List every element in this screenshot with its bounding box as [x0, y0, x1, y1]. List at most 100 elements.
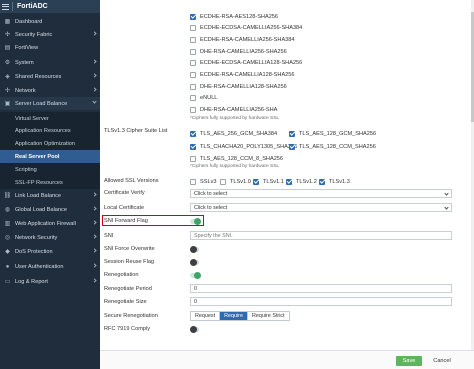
sidebar-item-label: Application Optimization — [15, 140, 76, 147]
footer-bar: Save Cancel — [100, 350, 474, 369]
sidebar-item[interactable]: Application Optimization — [0, 137, 100, 150]
rfc7919-toggle[interactable] — [190, 326, 199, 333]
checkbox[interactable] — [190, 83, 196, 90]
chevron-down-icon — [444, 191, 449, 196]
user-icon: ● — [5, 263, 10, 270]
sidebar-item[interactable]: ● User Authentication — [0, 260, 100, 273]
sidebar-item[interactable]: ▤ FortiView — [0, 41, 100, 54]
secure-renegotiation-option[interactable]: Require — [220, 312, 248, 320]
checkbox[interactable] — [289, 130, 295, 137]
checkbox[interactable] — [190, 13, 196, 20]
sidebar-item-label: Shared Resources — [15, 73, 62, 80]
cipher-option[interactable]: DHE-RSA-CAMELLIA256-SHA — [190, 106, 277, 115]
checkbox[interactable] — [220, 178, 226, 185]
chevron-icon — [92, 73, 97, 78]
cipher-option[interactable]: ECDHE-ECDSA-CAMELLIA256-SHA384 — [190, 24, 302, 33]
sidebar-item-label: Network Security — [15, 234, 58, 241]
cipher-label: ECDHE-RSA-CAMELLIA256-SHA384 — [200, 36, 295, 43]
cipher-option[interactable]: eNULL — [190, 94, 217, 103]
checkbox[interactable] — [190, 143, 196, 150]
tls13-option[interactable]: TLS_AES_128_CCM_SHA256 — [289, 142, 376, 151]
checkbox[interactable] — [190, 36, 196, 43]
cipher-option[interactable]: ECDHE-ECDSA-CAMELLIA128-SHA256 — [190, 59, 302, 68]
cipher-option[interactable]: ECDHE-RSA-AES128-SHA256 — [190, 12, 278, 21]
checkbox[interactable] — [190, 130, 196, 137]
secure-renegotiation-option[interactable]: Request — [191, 312, 221, 320]
sidebar-item[interactable]: ▭ Log & Report — [0, 275, 100, 288]
tls13-option[interactable]: TLS_CHACHA20_POLY1305_SHA256 — [190, 142, 297, 151]
tls13-option[interactable]: TLS_AES_128_CCM_8_SHA256 — [190, 154, 283, 163]
sidebar-item[interactable]: ▦ Dashboard — [0, 15, 100, 28]
checkbox[interactable] — [190, 48, 196, 55]
sni-force-overwrite-toggle[interactable] — [190, 246, 199, 253]
sidebar-item-label: SSL-FP Resources — [15, 179, 63, 186]
chevron-icon — [92, 31, 97, 36]
sidebar-item[interactable]: ◈ Shared Resources — [0, 70, 100, 83]
sidebar-item[interactable]: Scripting — [0, 163, 100, 176]
sidebar-item[interactable]: ✣ Security Fabric — [0, 28, 100, 41]
ssl-version-option[interactable]: TLSv1.2 — [286, 177, 317, 186]
ssl-version-label: TLSv1.1 — [263, 178, 284, 185]
ssl-version-option[interactable]: TLSv1.3 — [319, 177, 350, 186]
checkbox[interactable] — [190, 25, 196, 32]
tls13-option[interactable]: TLS_AES_128_GCM_SHA256 — [289, 129, 376, 138]
sidebar-item[interactable]: Real Server Pool — [0, 150, 100, 163]
ssl-version-option[interactable]: TLSv1.1 — [253, 177, 284, 186]
ssl-settings-form: ECDHE-RSA-AES128-SHA256 ECDHE-ECDSA-CAMEL… — [100, 0, 474, 350]
checkbox[interactable] — [190, 95, 196, 102]
sidebar-item-label: User Authentication — [15, 263, 64, 270]
cipher-option[interactable]: DHE-RSA-CAMELLIA128-SHA256 — [190, 82, 287, 91]
sni-forward-flag-toggle[interactable] — [190, 218, 201, 225]
checkbox[interactable] — [286, 178, 292, 185]
local-certificate-value: Click to select — [194, 204, 228, 211]
checkbox[interactable] — [253, 178, 259, 185]
renegotiate-period-input[interactable]: 0 — [190, 284, 452, 293]
renegotiation-toggle[interactable] — [190, 272, 201, 279]
checkbox[interactable] — [319, 178, 325, 185]
shield-icon: ◆ — [5, 249, 10, 255]
tls13-option-label: TLS_CHACHA20_POLY1305_SHA256 — [200, 143, 298, 150]
certificate-verify-value: Click to select — [194, 190, 228, 197]
tls13-option[interactable]: TLS_AES_256_GCM_SHA384 — [190, 129, 277, 138]
sidebar-item[interactable]: ⛓ Link Load Balance — [0, 189, 100, 202]
sni-label: SNI — [104, 233, 114, 239]
cipher-label: DHE-RSA-CAMELLIA128-SHA256 — [200, 83, 287, 90]
cipher-option[interactable]: ECDHE-RSA-CAMELLIA256-SHA384 — [190, 35, 295, 44]
sidebar-item[interactable]: ✢ Network — [0, 84, 100, 97]
checkbox[interactable] — [190, 178, 196, 185]
sidebar-item[interactable]: ⚙ System — [0, 56, 100, 69]
ssl-version-option[interactable]: TLSv1.0 — [220, 177, 251, 186]
menu-icon[interactable] — [2, 3, 9, 10]
sidebar-item[interactable]: ▣ Server Load Balance — [0, 97, 100, 110]
local-certificate-select[interactable]: Click to select — [190, 203, 452, 212]
security-fabric-icon: ✣ — [4, 32, 11, 38]
cipher-option[interactable]: ECDHE-RSA-CAMELLIA128-SHA256 — [190, 71, 295, 80]
sidebar-item[interactable]: Application Resources — [0, 124, 100, 137]
session-reuse-flag-toggle[interactable] — [190, 259, 199, 266]
checkbox[interactable] — [190, 155, 196, 162]
sidebar-item[interactable]: ◆ DoS Protection — [0, 245, 100, 258]
cancel-button[interactable]: Cancel — [428, 356, 456, 366]
secure-renegotiation-option[interactable]: Require Strict — [247, 312, 289, 320]
chevron-icon — [92, 87, 97, 92]
chevron-icon — [92, 192, 97, 197]
gear-icon: ⚙ — [4, 60, 11, 66]
save-button[interactable]: Save — [396, 356, 422, 366]
sidebar-item[interactable]: ▥ Web Application Firewall — [0, 217, 100, 230]
checkbox[interactable] — [190, 60, 196, 67]
certificate-verify-select[interactable]: Click to select — [190, 189, 452, 198]
checkbox[interactable] — [190, 72, 196, 78]
sidebar-item[interactable]: SSL-FP Resources — [0, 176, 100, 189]
cipher-label: eNULL — [200, 95, 218, 102]
ssl-version-option[interactable]: SSLv3 — [190, 177, 216, 186]
renegotiate-size-input[interactable]: 0 — [190, 297, 452, 306]
sni-forward-flag-label: SNI Forward Flag — [104, 218, 148, 224]
sni-input[interactable] — [190, 231, 452, 240]
sidebar-item[interactable]: ◍ Global Load Balance — [0, 203, 100, 216]
ssl-version-label: TLSv1.2 — [296, 178, 317, 185]
checkbox[interactable] — [190, 107, 196, 114]
secure-renegotiation-label: Secure Renegotiation — [104, 313, 158, 319]
checkbox[interactable] — [289, 143, 295, 150]
cipher-option[interactable]: DHE-RSA-CAMELLIA256-SHA256 — [190, 47, 287, 56]
sidebar-item[interactable]: ◎ Network Security — [0, 231, 100, 244]
